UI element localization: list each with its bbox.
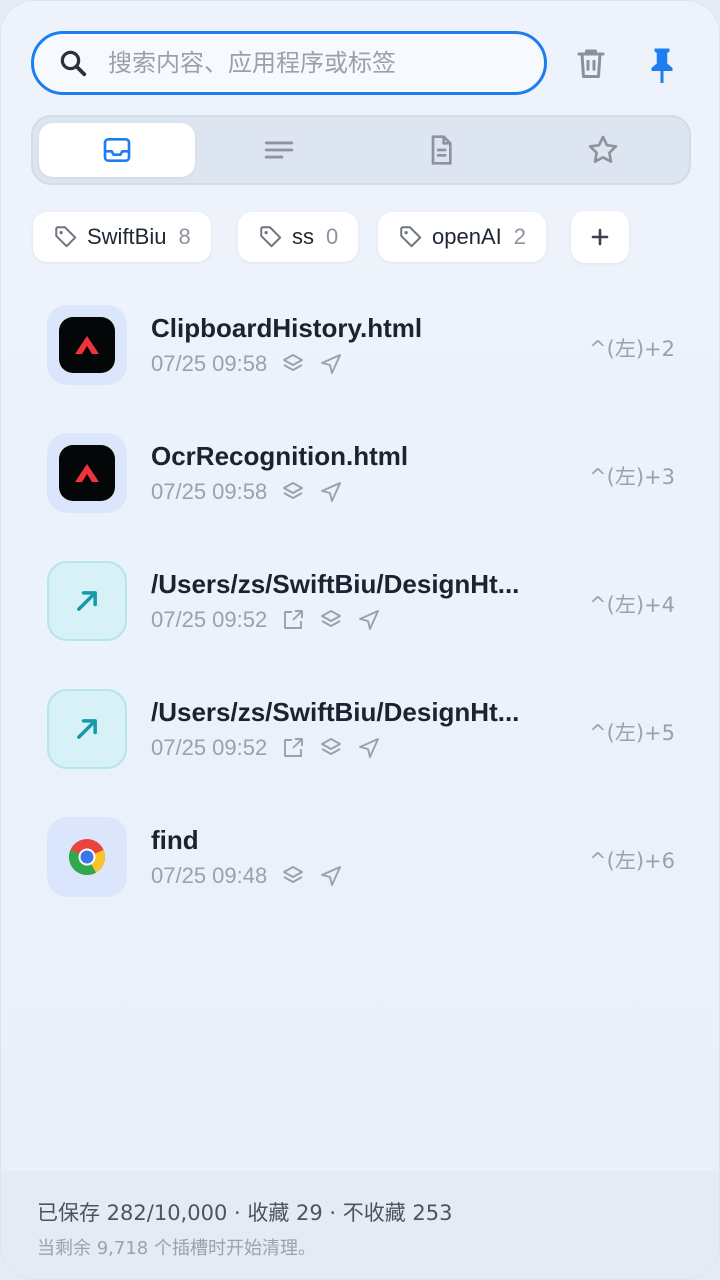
send-icon[interactable] [357, 736, 381, 760]
tag-icon [400, 226, 422, 248]
star-icon [588, 135, 618, 163]
tag-count: 8 [178, 224, 191, 249]
plus-icon [591, 228, 609, 246]
open-external-icon[interactable] [281, 736, 305, 760]
tab-text[interactable] [201, 123, 357, 177]
list-item[interactable]: OcrRecognition.html 07/25 09:58 ^(左)+3 [41, 413, 681, 523]
trash-icon[interactable] [573, 45, 609, 81]
tag-name: ss [292, 224, 314, 249]
link-arrow-icon [47, 689, 127, 769]
item-time: 07/25 09:48 [151, 863, 268, 888]
black-arrow-app-icon [47, 433, 127, 513]
open-external-icon[interactable] [281, 608, 305, 632]
tag-count: 0 [326, 224, 339, 249]
pin-icon[interactable] [644, 45, 680, 85]
layers-icon[interactable] [281, 480, 305, 504]
black-arrow-app-icon [47, 305, 127, 385]
document-icon [431, 135, 452, 165]
item-title: ClipboardHistory.html [151, 313, 423, 343]
tab-all[interactable] [39, 123, 195, 177]
layers-icon[interactable] [281, 864, 305, 888]
tag-chip-swiftbiu[interactable]: SwiftBiu 8 [33, 212, 211, 262]
tag-icon [55, 226, 77, 248]
add-tag-button[interactable] [571, 211, 629, 263]
tag-name: SwiftBiu [87, 224, 167, 249]
item-shortcut: ^(左)+2 [589, 337, 675, 361]
layers-icon[interactable] [281, 352, 305, 376]
tag-chip-ss[interactable]: ss 0 [238, 212, 359, 262]
item-title: /Users/zs/SwiftBiu/DesignHt... [151, 697, 520, 727]
list-item[interactable]: ClipboardHistory.html 07/25 09:58 ^(左)+2 [41, 285, 681, 395]
tab-files[interactable] [363, 123, 519, 177]
search-box[interactable] [31, 31, 547, 95]
search-icon [60, 50, 87, 77]
item-meta: 07/25 09:58 [151, 351, 357, 377]
item-time: 07/25 09:58 [151, 479, 268, 504]
item-shortcut: ^(左)+5 [589, 721, 675, 745]
item-shortcut: ^(左)+6 [589, 849, 675, 873]
tag-chip-openai[interactable]: openAI 2 [378, 212, 546, 262]
layers-icon[interactable] [319, 608, 343, 632]
list-item[interactable]: find 07/25 09:48 ^(左)+6 [41, 797, 681, 907]
item-meta: 07/25 09:48 [151, 863, 357, 889]
clipboard-panel: SwiftBiu 8 ss 0 openAI 2 ClipboardHistor… [0, 0, 720, 1280]
item-title: OcrRecognition.html [151, 441, 409, 471]
item-meta: 07/25 09:52 [151, 735, 395, 761]
item-time: 07/25 09:52 [151, 607, 268, 632]
link-arrow-icon [47, 561, 127, 641]
item-time: 07/25 09:52 [151, 735, 268, 760]
send-icon[interactable] [357, 608, 381, 632]
item-meta: 07/25 09:58 [151, 479, 357, 505]
item-shortcut: ^(左)+3 [589, 465, 675, 489]
list-item[interactable]: /Users/zs/SwiftBiu/DesignHt... 07/25 09:… [41, 541, 681, 651]
send-icon[interactable] [319, 864, 343, 888]
item-title: /Users/zs/SwiftBiu/DesignHt... [151, 569, 520, 599]
category-tabs [31, 115, 691, 185]
layers-icon[interactable] [319, 736, 343, 760]
tag-icon [260, 226, 282, 248]
storage-stats: 已保存 282/10,000 · 收藏 29 · 不收藏 253 [37, 1201, 453, 1225]
search-input[interactable] [108, 49, 508, 77]
item-meta: 07/25 09:52 [151, 607, 395, 633]
tag-name: openAI [432, 224, 502, 249]
send-icon[interactable] [319, 352, 343, 376]
text-lines-icon [264, 141, 294, 159]
send-icon[interactable] [319, 480, 343, 504]
item-title: find [151, 825, 199, 855]
tag-count: 2 [513, 224, 526, 249]
item-time: 07/25 09:58 [151, 351, 268, 376]
chrome-icon [47, 817, 127, 897]
item-shortcut: ^(左)+4 [589, 593, 675, 617]
cleanup-note: 当剩余 9,718 个插槽时开始清理。 [37, 1238, 316, 1259]
tab-favorites[interactable] [525, 123, 681, 177]
inbox-icon [103, 138, 131, 162]
status-footer: 已保存 282/10,000 · 收藏 29 · 不收藏 253 当剩余 9,7… [1, 1171, 719, 1279]
list-item[interactable]: /Users/zs/SwiftBiu/DesignHt... 07/25 09:… [41, 669, 681, 779]
